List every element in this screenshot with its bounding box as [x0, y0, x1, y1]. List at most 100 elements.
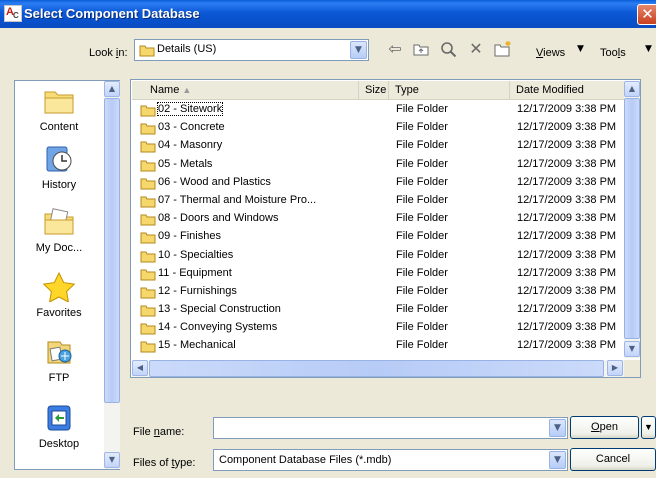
file-name-cell: 15 - Mechanical — [158, 339, 236, 352]
folder-icon — [140, 305, 156, 317]
files-of-type-combo[interactable]: Component Database Files (*.mdb) ▼ — [213, 449, 568, 471]
look-in-value: Details (US) — [157, 43, 217, 55]
new-folder-icon[interactable] — [492, 38, 514, 60]
file-list: Name ▲ Size Type Date Modified 02 - Site… — [130, 79, 641, 378]
file-row[interactable]: 12 - Furnishings File Folder 12/17/2009 3:… — [132, 283, 624, 301]
folder-icon — [140, 105, 156, 117]
file-type-cell: File Folder — [396, 212, 448, 225]
place-my-documents[interactable]: My Doc... — [15, 207, 103, 254]
back-arrow-icon[interactable]: ⇦ — [384, 38, 406, 60]
place-content[interactable]: Content — [15, 86, 103, 133]
file-date-cell: 12/17/2009 3:38 PM — [517, 230, 617, 243]
cancel-button[interactable]: Cancel — [570, 448, 656, 471]
scroll-down-button[interactable]: ▼ — [624, 341, 640, 357]
file-name-cell: 06 - Wood and Plastics — [158, 175, 271, 188]
look-in-label: Look in: — [89, 47, 128, 59]
file-name-cell: 12 - Furnishings — [158, 284, 237, 297]
select-component-database-dialog: AC Select Component Database ✕ Look in: … — [0, 0, 656, 478]
file-row[interactable]: 15 - Mechanical File Folder 12/17/2009 3:3… — [132, 337, 624, 355]
views-caret-icon: ▼ — [577, 44, 584, 54]
file-name-input[interactable]: ▼ — [213, 417, 568, 439]
file-row[interactable]: 06 - Wood and Plastics File Folder 12/17/2… — [132, 174, 624, 192]
file-date-cell: 12/17/2009 3:38 PM — [517, 339, 617, 352]
places-scrollbar[interactable]: ▲ ▼ — [104, 81, 120, 469]
vertical-scroll-thumb[interactable] — [624, 98, 640, 339]
file-list-horizontal-scrollbar[interactable]: ◀ ▶ — [132, 360, 624, 377]
folder-icon — [140, 141, 156, 153]
file-type-cell: File Folder — [396, 230, 448, 243]
up-folder-icon[interactable] — [410, 38, 432, 60]
file-type-cell: File Folder — [396, 121, 448, 134]
file-date-cell: 12/17/2009 3:38 PM — [517, 212, 617, 225]
delete-icon[interactable]: ✕ — [465, 38, 487, 60]
file-name-cell: 05 - Metals — [158, 157, 213, 170]
file-name-cell: 11 - Equipment — [158, 266, 232, 279]
history-icon — [42, 144, 76, 174]
scroll-corner — [624, 360, 640, 377]
views-menu[interactable]: Views — [536, 47, 565, 59]
file-date-cell: 12/17/2009 3:38 PM — [517, 321, 617, 334]
scroll-up-button[interactable]: ▲ — [624, 81, 640, 97]
file-row[interactable]: 11 - Equipment File Folder 12/17/2009 3:38… — [132, 265, 624, 283]
file-row[interactable]: 03 - Concrete File Folder 12/17/2009 3:38 … — [132, 119, 624, 137]
file-date-cell: 12/17/2009 3:38 PM — [517, 284, 617, 297]
scroll-left-button[interactable]: ◀ — [132, 360, 148, 376]
close-icon: ✕ — [641, 5, 654, 23]
file-row[interactable]: 10 - Specialties File Folder 12/17/2009 3:… — [132, 247, 624, 265]
file-name-dropdown-button[interactable]: ▼ — [549, 419, 566, 437]
file-type-cell: File Folder — [396, 266, 448, 279]
tools-caret-icon: ▼ — [645, 44, 652, 54]
folder-icon — [140, 323, 156, 335]
folder-icon — [140, 232, 156, 244]
search-web-icon[interactable] — [437, 38, 459, 60]
scroll-right-button[interactable]: ▶ — [607, 360, 623, 376]
open-options-button[interactable]: ▼ — [641, 416, 656, 439]
folder-icon — [140, 196, 156, 208]
files-of-type-dropdown-button[interactable]: ▼ — [549, 451, 566, 469]
file-row[interactable]: 13 - Special Construction File Folder 12/1… — [132, 301, 624, 319]
file-name-label: File name: — [133, 426, 185, 438]
files-of-type-label: Files of type: — [133, 457, 196, 469]
file-name-cell: 04 - Masonry — [158, 139, 223, 152]
close-button[interactable]: ✕ — [637, 4, 656, 25]
folder-icon — [140, 214, 156, 226]
file-row[interactable]: 04 - Masonry File Folder 12/17/2009 3:38 P… — [132, 137, 624, 155]
column-header-date-modified[interactable]: Date Modified — [510, 81, 624, 100]
file-row[interactable]: 05 - Metals File Folder 12/17/2009 3:38 PM — [132, 156, 624, 174]
places-scroll-up-button[interactable]: ▲ — [104, 81, 120, 97]
column-header-name[interactable]: Name ▲ — [132, 81, 359, 100]
file-row[interactable]: 09 - Finishes File Folder 12/17/2009 3:38 … — [132, 228, 624, 246]
look-in-dropdown-button[interactable]: ▼ — [350, 41, 367, 59]
file-type-cell: File Folder — [396, 303, 448, 316]
file-name-cell: 02 - Sitework — [156, 102, 224, 116]
file-type-cell: File Folder — [396, 175, 448, 188]
file-row[interactable]: 08 - Doors and Windows File Folder 12/17/2… — [132, 210, 624, 228]
places-scroll-down-button[interactable]: ▼ — [104, 452, 120, 468]
horizontal-scroll-thumb[interactable] — [149, 360, 604, 377]
file-type-cell: File Folder — [396, 193, 448, 206]
folder-icon — [42, 86, 76, 116]
column-header-type[interactable]: Type — [389, 81, 510, 100]
file-type-cell: File Folder — [396, 248, 448, 261]
file-row[interactable]: 07 - Thermal and Moisture Pro... File Fol… — [132, 192, 624, 210]
file-row[interactable]: 14 - Conveying Systems File Folder 12/17/2… — [132, 319, 624, 337]
file-list-header: Name ▲ Size Type Date Modified — [132, 81, 624, 100]
places-scroll-thumb[interactable] — [104, 98, 120, 403]
folder-icon — [140, 341, 156, 353]
title-bar[interactable]: AC Select Component Database ✕ — [0, 0, 656, 28]
sort-ascending-icon: ▲ — [182, 85, 192, 95]
open-button[interactable]: Open — [570, 416, 639, 439]
file-type-cell: File Folder — [396, 284, 448, 297]
place-desktop[interactable]: Desktop — [15, 403, 103, 450]
file-name-cell: 07 - Thermal and Moisture Pro... — [158, 193, 317, 206]
column-header-size[interactable]: Size — [359, 81, 389, 100]
tools-menu[interactable]: Tools — [600, 47, 626, 59]
file-list-vertical-scrollbar[interactable]: ▲ ▼ — [624, 81, 640, 358]
place-ftp[interactable]: FTP — [15, 337, 103, 384]
file-row[interactable]: 02 - Sitework File Folder 12/17/2009 3:38 … — [132, 101, 624, 119]
look-in-combo[interactable]: Details (US) ▼ — [134, 39, 369, 61]
file-date-cell: 12/17/2009 3:38 PM — [517, 157, 617, 170]
place-history[interactable]: History — [15, 144, 103, 191]
place-favorites[interactable]: Favorites — [15, 271, 103, 319]
desktop-icon — [42, 403, 76, 433]
